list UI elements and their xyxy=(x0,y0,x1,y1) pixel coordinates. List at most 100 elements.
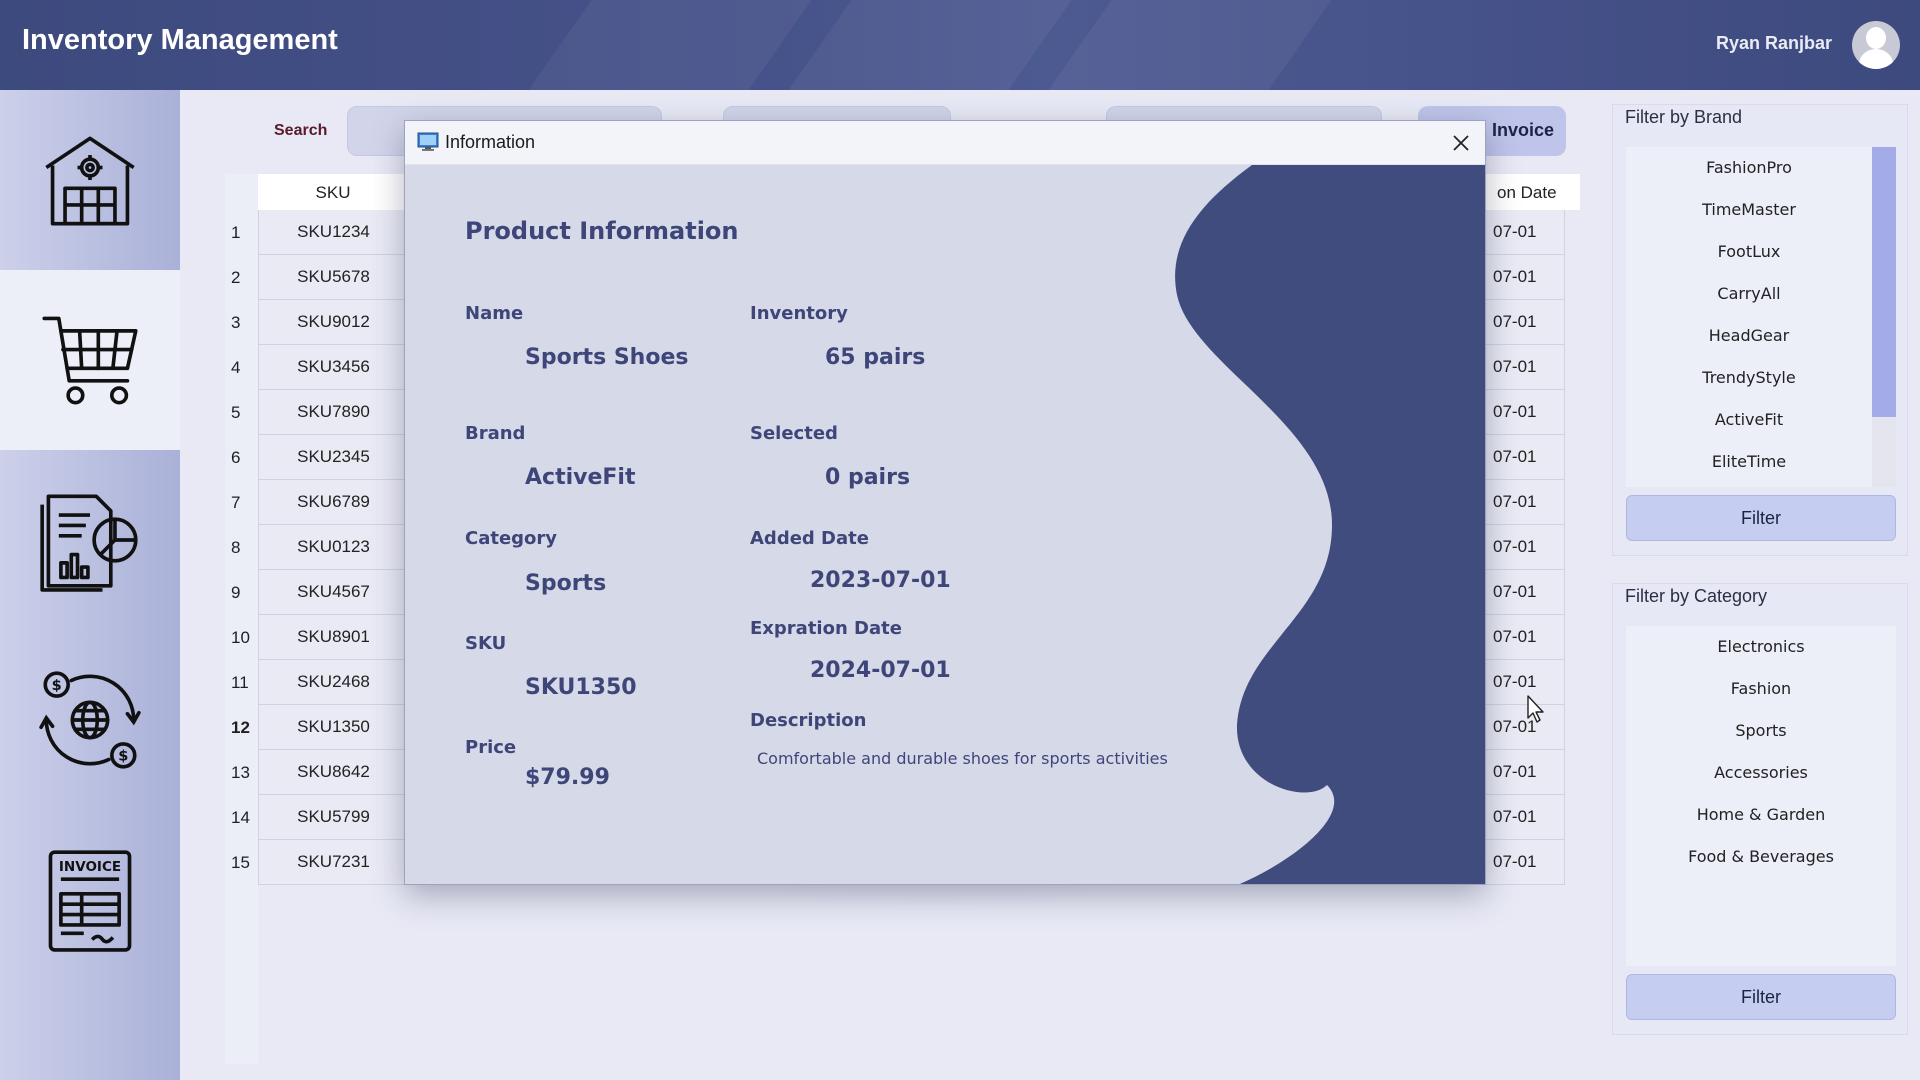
row-number: 12 xyxy=(231,718,250,737)
cell-expiration-date[interactable]: 07-01 xyxy=(1485,570,1565,615)
sidebar-item-warehouse[interactable] xyxy=(0,90,180,270)
category-value: Sports xyxy=(525,571,607,596)
filter-list-item[interactable]: Home & Garden xyxy=(1626,794,1896,836)
decorative-wave xyxy=(1175,165,1485,884)
cell-expiration-date[interactable]: 07-01 xyxy=(1485,345,1565,390)
row-number: 10 xyxy=(231,628,250,647)
brand-filter-panel: Filter by Brand FashionPro TimeMaster Foot… xyxy=(1612,104,1908,556)
search-label: Search xyxy=(274,122,328,139)
category-filter-panel: Filter by Category Electronics Fashion Spo… xyxy=(1612,583,1908,1035)
name-value: Sports Shoes xyxy=(525,345,689,370)
row-number: 1 xyxy=(231,223,241,242)
expiration-date-label: Expration Date xyxy=(750,618,902,639)
expiration-date-value: 2024-07-01 xyxy=(810,658,951,683)
category-filter-button[interactable]: Filter xyxy=(1626,974,1896,1020)
dialog-titlebar[interactable]: Information xyxy=(405,121,1485,165)
cell-expiration-date[interactable]: 07-01 xyxy=(1485,795,1565,840)
cell-expiration-date[interactable]: 07-01 xyxy=(1485,300,1565,345)
sidebar-item-cart[interactable] xyxy=(0,270,180,450)
sidebar-item-exchange[interactable]: $ $ xyxy=(0,630,180,810)
description-value: Comfortable and durable shoes for sports… xyxy=(757,749,1168,768)
description-label: Description xyxy=(750,710,867,731)
selected-value: 0 pairs xyxy=(825,465,911,490)
warehouse-icon xyxy=(45,136,135,226)
cell-expiration-date[interactable]: 07-01 xyxy=(1485,705,1565,750)
category-filter-list[interactable]: Electronics Fashion Sports Accessories Home … xyxy=(1626,626,1896,966)
reports-icon xyxy=(40,494,138,592)
filter-list-item[interactable]: HeadGear xyxy=(1626,315,1896,357)
svg-text:$: $ xyxy=(52,677,62,694)
filter-list-item[interactable]: Fashion xyxy=(1626,668,1896,710)
close-icon[interactable] xyxy=(1447,129,1475,157)
cart-icon xyxy=(42,316,138,405)
filter-list-item[interactable]: EliteTime xyxy=(1626,441,1896,483)
added-date-label: Added Date xyxy=(750,528,869,549)
dialog-title: Information xyxy=(445,132,536,152)
svg-text:INVOICE: INVOICE xyxy=(59,859,121,875)
information-dialog: Information Product Information Name Spo… xyxy=(404,120,1486,885)
filter-list-item[interactable]: Sports xyxy=(1626,710,1896,752)
app-header: Inventory Management Ryan Ranjbar xyxy=(0,0,1920,90)
filter-list-item[interactable]: TrendyStyle xyxy=(1626,357,1896,399)
category-filter-title: Filter by Category xyxy=(1625,586,1768,606)
cell-expiration-date[interactable]: 07-01 xyxy=(1485,390,1565,435)
filter-list-item[interactable]: Food & Beverages xyxy=(1626,836,1896,878)
cell-expiration-date[interactable]: 07-01 xyxy=(1485,525,1565,570)
filter-list-item[interactable]: FootLux xyxy=(1626,231,1896,273)
brand-filter-title: Filter by Brand xyxy=(1625,107,1743,127)
row-number: 8 xyxy=(231,538,241,557)
brand-filter-list[interactable]: FashionPro TimeMaster FootLux CarryAll HeadG… xyxy=(1626,147,1896,487)
brand-list-scrollbar[interactable] xyxy=(1872,147,1896,487)
row-number: 13 xyxy=(231,763,250,782)
cell-expiration-date[interactable]: 07-01 xyxy=(1485,255,1565,300)
category-label: Category xyxy=(465,528,558,549)
row-number: 2 xyxy=(231,268,241,287)
cell-expiration-date[interactable]: 07-01 xyxy=(1485,435,1565,480)
filter-list-item[interactable]: ActiveFit xyxy=(1626,399,1896,441)
row-number: 9 xyxy=(231,583,241,602)
price-label: Price xyxy=(465,737,517,758)
cell-expiration-date[interactable]: 07-01 xyxy=(1485,210,1565,255)
svg-text:$: $ xyxy=(118,748,128,765)
user-name: Ryan Ranjbar xyxy=(1715,33,1832,53)
header-decoration xyxy=(1048,0,1332,90)
inventory-label: Inventory xyxy=(750,303,848,324)
filter-list-item[interactable]: Accessories xyxy=(1626,752,1896,794)
row-number: 6 xyxy=(231,448,241,467)
currency-exchange-icon: $ $ xyxy=(39,671,141,769)
row-number: 14 xyxy=(231,808,250,827)
row-number: 11 xyxy=(231,673,249,692)
header-decoration xyxy=(788,0,1072,90)
filter-list-item[interactable]: TimeMaster xyxy=(1626,189,1896,231)
row-number: 7 xyxy=(231,493,241,512)
brand-filter-button[interactable]: Filter xyxy=(1626,495,1896,541)
brand-label: Brand xyxy=(465,423,526,444)
sku-value: SKU1350 xyxy=(525,675,637,700)
cell-expiration-date[interactable]: 07-01 xyxy=(1485,750,1565,795)
added-date-value: 2023-07-01 xyxy=(810,568,951,593)
filter-list-item[interactable]: Electronics xyxy=(1626,626,1896,668)
avatar[interactable] xyxy=(1852,21,1900,69)
sidebar-item-reports[interactable] xyxy=(0,450,180,630)
filter-list-item[interactable]: FashionPro xyxy=(1626,147,1896,189)
row-number: 3 xyxy=(231,313,241,332)
cell-expiration-date[interactable]: 07-01 xyxy=(1485,480,1565,525)
cell-expiration-date[interactable]: 07-01 xyxy=(1485,840,1565,885)
filter-list-item[interactable]: CarryAll xyxy=(1626,273,1896,315)
column-header-expiration-date[interactable]: on Date xyxy=(1475,174,1580,210)
sidebar-item-invoice[interactable]: INVOICE xyxy=(0,810,180,990)
monitor-icon xyxy=(417,132,439,151)
name-label: Name xyxy=(465,303,524,324)
dialog-body: Product Information Name Sports Shoes Br… xyxy=(405,165,1485,884)
product-information-heading: Product Information xyxy=(465,217,739,245)
row-number: 5 xyxy=(231,403,241,422)
cell-expiration-date[interactable]: 07-01 xyxy=(1485,615,1565,660)
invoice-icon: INVOICE xyxy=(48,850,132,952)
cell-expiration-date[interactable]: 07-01 xyxy=(1485,660,1565,705)
app-title: Inventory Management xyxy=(22,24,338,56)
sku-label: SKU xyxy=(465,633,507,654)
row-number: 15 xyxy=(231,853,250,872)
inventory-value: 65 pairs xyxy=(825,345,926,370)
sidebar: $ $ INVOICE xyxy=(0,90,180,1080)
brand-value: ActiveFit xyxy=(525,465,636,490)
